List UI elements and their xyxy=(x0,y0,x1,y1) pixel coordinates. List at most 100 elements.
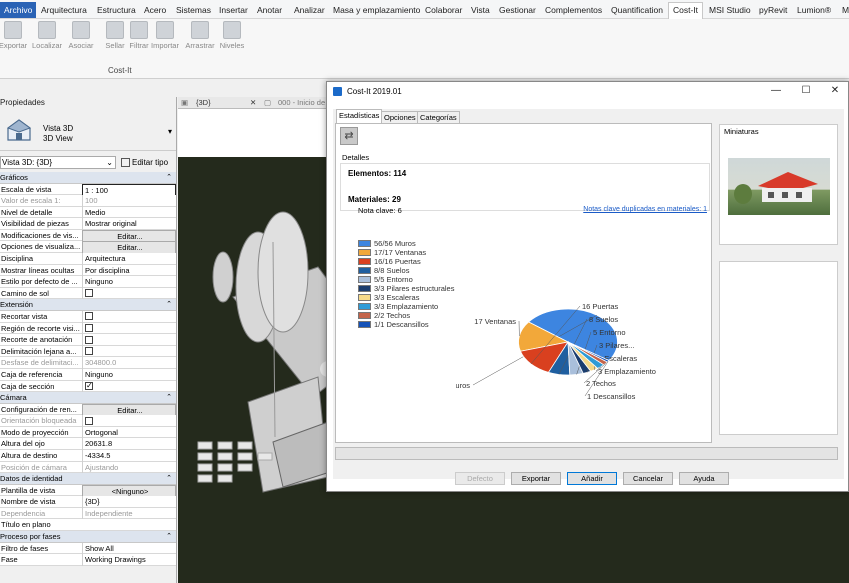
property-value[interactable]: Por disciplina xyxy=(82,264,176,277)
dialog-titlebar[interactable]: Cost-It 2019.01 — ☐ ✕ xyxy=(327,82,848,102)
property-value[interactable] xyxy=(82,322,176,335)
chevron-down-icon[interactable]: ▾ xyxy=(168,127,172,136)
legend-swatch xyxy=(358,285,371,292)
legend-label: 16/16 Puertas xyxy=(374,257,421,266)
filtrar-icon xyxy=(130,21,148,39)
property-group-header[interactable]: Extensión ⌃ xyxy=(0,299,176,311)
ribbon-tab-masa-y-emplazamiento[interactable]: Masa y emplazamiento xyxy=(329,3,424,17)
ribbon-tab-m[interactable]: M xyxy=(838,3,849,17)
property-value[interactable]: Mostrar original xyxy=(82,218,176,230)
collapse-icon[interactable]: ⌃ xyxy=(166,392,172,404)
ribbon-tab-lumion-[interactable]: Lumion® xyxy=(793,3,835,17)
property-row: Delimitación lejana a... xyxy=(0,345,176,358)
ribbon-tab-gestionar[interactable]: Gestionar xyxy=(495,3,540,17)
checkbox[interactable] xyxy=(85,289,93,298)
ribbon-tab-analizar[interactable]: Analizar xyxy=(290,3,329,17)
checkbox[interactable] xyxy=(85,347,93,356)
ribbon-tab-anotar[interactable]: Anotar xyxy=(253,3,286,17)
property-key: Nivel de detalle xyxy=(1,207,53,217)
ribbon-panel: Cost-It Exportar Localizar Asociar Sellar Fi… xyxy=(0,19,849,79)
ribbon-tab-msi-studio[interactable]: MSI Studio xyxy=(705,3,755,17)
collapse-icon[interactable]: ⌃ xyxy=(166,531,172,543)
ribbon-tab-cost-it[interactable]: Cost-It xyxy=(668,2,704,19)
tool-arrastrar[interactable]: Arrastrar xyxy=(183,21,217,50)
property-row: Estilo por defecto de ... Ninguno xyxy=(0,276,176,288)
ribbon-tab-quantification[interactable]: Quantification xyxy=(607,3,667,17)
tool-exportar[interactable]: Exportar xyxy=(0,21,30,50)
checkbox[interactable] xyxy=(85,312,93,321)
property-value[interactable]: -4334.5 xyxy=(82,449,176,462)
tool-niveles[interactable]: Niveles xyxy=(215,21,249,50)
property-value[interactable]: 20631.8 xyxy=(82,438,176,450)
ribbon-tab-complementos[interactable]: Complementos xyxy=(541,3,606,17)
ribbon-tab-colaborar[interactable]: Colaborar xyxy=(421,3,466,17)
property-group-header[interactable]: Proceso por fases ⌃ xyxy=(0,531,176,543)
property-value[interactable]: Arquitectura xyxy=(82,253,176,265)
property-value[interactable] xyxy=(82,287,176,300)
tool-localizar[interactable]: Localizar xyxy=(30,21,64,50)
property-value[interactable]: Ninguno xyxy=(82,368,176,381)
property-key: Modificaciones de vis... xyxy=(1,230,79,240)
properties-palette: Propiedades Vista 3D 3D View ▾ Vista 3D:… xyxy=(0,97,177,583)
legend-swatch xyxy=(358,312,371,319)
tab-opciones[interactable]: Opciones xyxy=(381,111,419,123)
property-key: Altura del ojo xyxy=(1,439,45,449)
ribbon-tab-sistemas[interactable]: Sistemas xyxy=(172,3,215,17)
property-value[interactable]: {3D} xyxy=(82,496,176,508)
property-value[interactable]: Ninguno xyxy=(82,276,176,288)
duplicate-keynotes-link[interactable]: Notas clave duplicadas en materiales: 1 xyxy=(583,206,707,213)
property-group-header[interactable]: Cámara ⌃ xyxy=(0,392,176,404)
property-value[interactable]: Ortogonal xyxy=(82,426,176,439)
exportar-icon xyxy=(4,21,22,39)
property-value[interactable] xyxy=(82,380,176,393)
property-value[interactable] xyxy=(82,345,176,358)
collapse-icon[interactable]: ⌃ xyxy=(166,473,172,485)
close-icon[interactable]: ✕ xyxy=(829,85,841,96)
property-key: Visibilidad de piezas xyxy=(1,219,69,229)
collapse-icon[interactable]: ⌃ xyxy=(166,299,172,311)
tab-estadisticas[interactable]: Estadísticas xyxy=(336,109,383,123)
help-button[interactable]: Ayuda xyxy=(679,472,729,485)
cost-it-dialog: Cost-It 2019.01 — ☐ ✕ Estadísticas Opcio… xyxy=(326,81,849,492)
tool-asociar[interactable]: Asociar xyxy=(64,21,98,50)
tab-categorias[interactable]: Categorías xyxy=(417,111,460,123)
property-group-header[interactable]: Gráficos ⌃ xyxy=(0,172,176,184)
tab-3d[interactable]: {3D} xyxy=(196,97,211,109)
minimize-icon[interactable]: — xyxy=(770,85,782,96)
property-value[interactable]: Working Drawings xyxy=(82,554,176,566)
checkbox[interactable] xyxy=(85,324,93,333)
ribbon-tab-acero[interactable]: Acero xyxy=(140,3,170,17)
property-value[interactable] xyxy=(82,310,176,323)
ribbon-tab-vista[interactable]: Vista xyxy=(467,3,494,17)
property-value[interactable]: Show All xyxy=(82,542,176,555)
type-selector[interactable]: Vista 3D 3D View ▾ xyxy=(0,111,176,151)
ribbon-tab-estructura[interactable]: Estructura xyxy=(93,3,140,17)
tool-importar[interactable]: Importar xyxy=(148,21,182,50)
ribbon-tab-archivo[interactable]: Archivo xyxy=(0,2,37,18)
property-row: Región de recorte visi... xyxy=(0,322,176,335)
property-key: Modo de proyección xyxy=(1,427,69,437)
property-value[interactable]: Medio xyxy=(82,206,176,219)
export-button[interactable]: Exportar xyxy=(511,472,561,485)
ribbon-tab-pyrevit[interactable]: pyRevit xyxy=(755,3,791,17)
property-value[interactable] xyxy=(82,334,176,346)
checkbox[interactable] xyxy=(85,416,93,425)
checkbox[interactable] xyxy=(85,335,93,344)
close-icon[interactable]: ✕ xyxy=(250,97,256,109)
instance-selector[interactable]: Vista 3D: {3D} ⌄ xyxy=(0,156,116,169)
add-button[interactable]: Añadir xyxy=(567,472,617,485)
collapse-icon[interactable]: ⌃ xyxy=(166,172,172,184)
property-group-header[interactable]: Datos de identidad ⌃ xyxy=(0,473,176,485)
ribbon-tab-insertar[interactable]: Insertar xyxy=(215,3,252,17)
property-row: Dependencia Independiente xyxy=(0,507,176,520)
ribbon-tab-arquitectura[interactable]: Arquitectura xyxy=(37,3,91,17)
checkbox[interactable] xyxy=(85,381,93,392)
legend-label: 3/3 Emplazamiento xyxy=(374,302,439,311)
refresh-icon[interactable]: ⇄ xyxy=(340,127,358,145)
tab-inicio[interactable]: 000 - Inicio de xyxy=(278,97,325,109)
legend-label: 1/1 Descansillos xyxy=(374,320,429,329)
cancel-button[interactable]: Cancelar xyxy=(623,472,673,485)
edit-type-button[interactable]: Editar tipo xyxy=(121,156,168,169)
maximize-icon[interactable]: ☐ xyxy=(800,85,812,96)
default-button[interactable]: Defecto xyxy=(455,472,505,485)
